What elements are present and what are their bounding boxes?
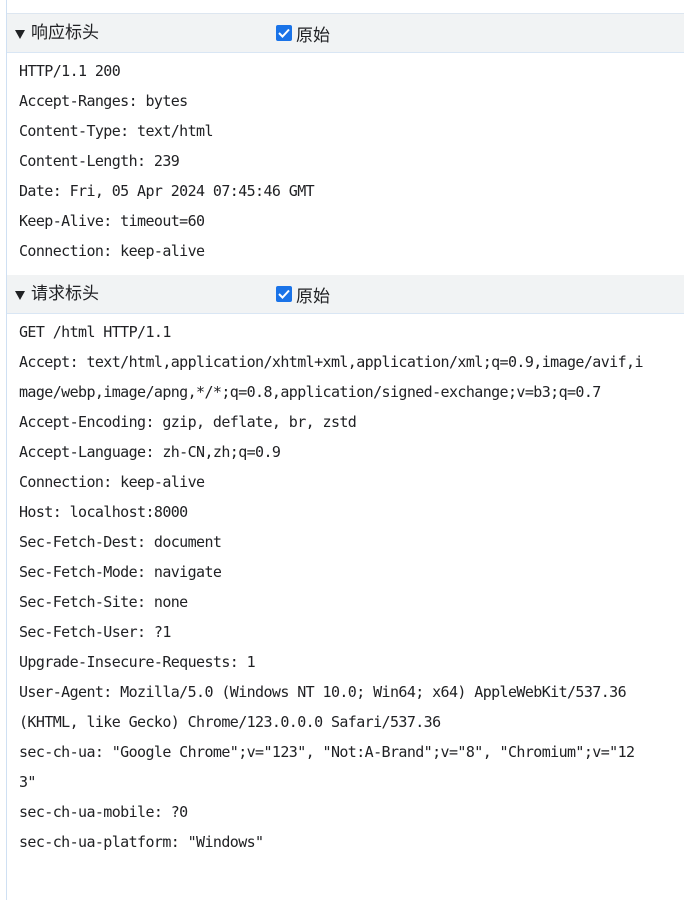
response-headers-toggle[interactable]: 响应标头 [15, 14, 99, 52]
response-header-line: Content-Length: 239 [19, 152, 180, 170]
request-headers-header: 请求标头 原始 [7, 275, 684, 314]
request-header-line: Sec-Fetch-Site: none [19, 593, 188, 611]
request-header-line: Accept-Encoding: gzip, deflate, br, zstd [19, 413, 357, 431]
request-header-line: GET /html HTTP/1.1 [19, 323, 171, 341]
response-raw-checkbox[interactable]: 原始 [276, 14, 330, 52]
request-header-line: Accept: text/html,application/xhtml+xml,… [19, 353, 643, 371]
request-header-line: Sec-Fetch-Dest: document [19, 533, 222, 551]
request-header-line: (KHTML, like Gecko) Chrome/123.0.0.0 Saf… [19, 713, 441, 731]
request-header-line: mage/webp,image/apng,*/*;q=0.8,applicati… [19, 383, 601, 401]
response-header-line: Keep-Alive: timeout=60 [19, 212, 205, 230]
response-header-line: Date: Fri, 05 Apr 2024 07:45:46 GMT [19, 182, 315, 200]
panel-top-spacer [7, 0, 684, 14]
request-header-line: Upgrade-Insecure-Requests: 1 [19, 653, 256, 671]
checkbox-checked-icon[interactable] [276, 286, 292, 302]
request-header-line: sec-ch-ua-mobile: ?0 [19, 803, 188, 821]
request-header-line: Sec-Fetch-Mode: navigate [19, 563, 222, 581]
response-header-line: HTTP/1.1 200 [19, 62, 121, 80]
response-headers-list: HTTP/1.1 200 Accept-Ranges: bytes Content-… [7, 53, 684, 275]
response-headers-title: 响应标头 [31, 23, 99, 43]
request-header-line: 3" [19, 773, 36, 791]
response-header-line: Content-Type: text/html [19, 122, 214, 140]
headers-panel: 响应标头 原始 HTTP/1.1 200 Accept-Ranges: bytes… [6, 0, 684, 900]
request-header-line: sec-ch-ua: "Google Chrome";v="123", "Not… [19, 743, 635, 761]
request-header-line: Sec-Fetch-User: ?1 [19, 623, 171, 641]
triangle-down-icon [15, 29, 25, 39]
request-headers-toggle[interactable]: 请求标头 [15, 275, 99, 313]
request-headers-list: GET /html HTTP/1.1 Accept: text/html,appl… [7, 314, 684, 857]
request-header-line: User-Agent: Mozilla/5.0 (Windows NT 10.0… [19, 683, 627, 701]
response-header-line: Accept-Ranges: bytes [19, 92, 188, 110]
request-headers-title: 请求标头 [31, 284, 99, 304]
request-header-line: Connection: keep-alive [19, 473, 205, 491]
response-header-line: Connection: keep-alive [19, 242, 205, 260]
response-raw-label: 原始 [296, 25, 330, 46]
request-header-line: Host: localhost:8000 [19, 503, 188, 521]
response-headers-header: 响应标头 原始 [7, 14, 684, 53]
request-raw-label: 原始 [296, 286, 330, 307]
request-header-line: Accept-Language: zh-CN,zh;q=0.9 [19, 443, 281, 461]
request-raw-checkbox[interactable]: 原始 [276, 275, 330, 313]
request-header-line: sec-ch-ua-platform: "Windows" [19, 833, 264, 851]
checkbox-checked-icon[interactable] [276, 25, 292, 41]
triangle-down-icon [15, 290, 25, 300]
